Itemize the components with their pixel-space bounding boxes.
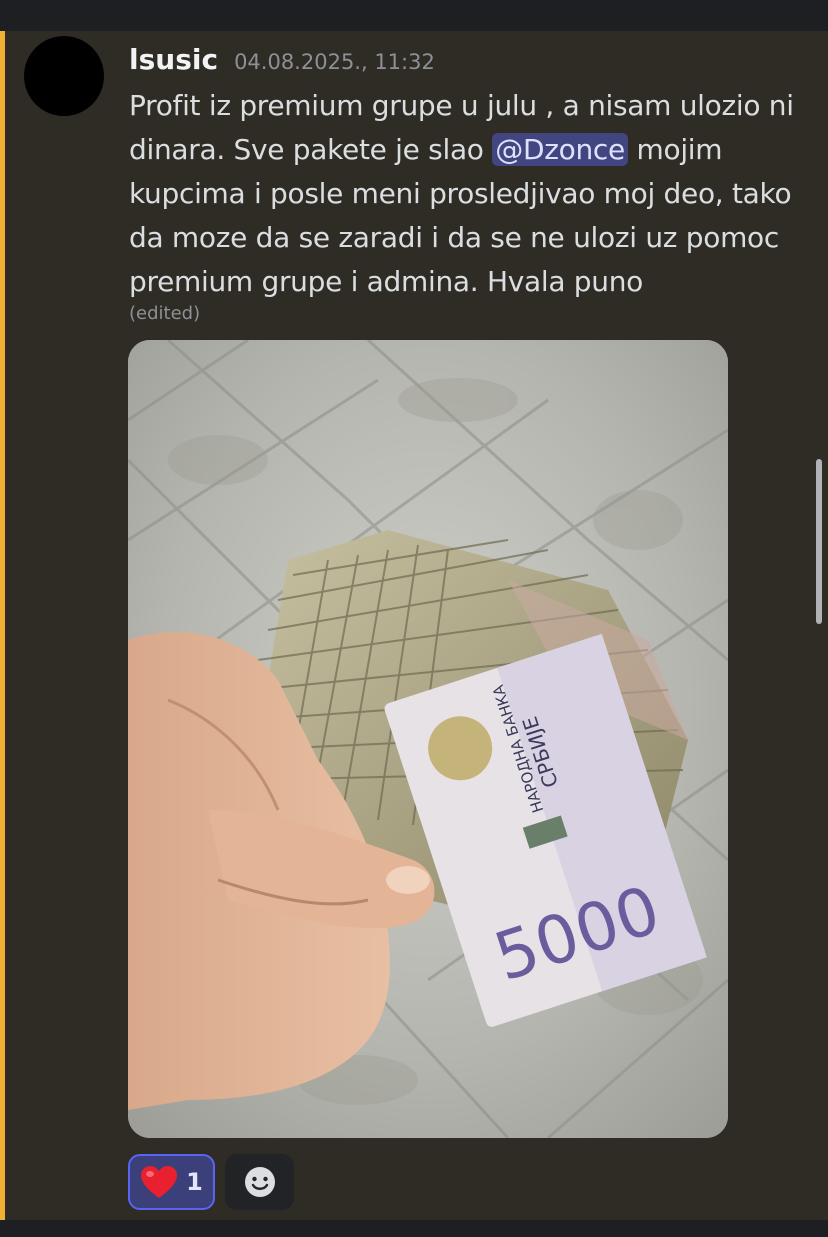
username[interactable]: lsusic	[129, 43, 218, 76]
reaction-heart[interactable]: 1	[128, 1154, 215, 1210]
photo-money-in-hand: НАРОДНА БАНКА СРБИЈЕ 5000	[128, 340, 728, 1138]
scrollbar-thumb[interactable]	[816, 459, 822, 624]
avatar[interactable]	[24, 36, 104, 116]
top-bar	[0, 0, 828, 31]
reactions-row: 1	[128, 1154, 294, 1210]
add-reaction-icon	[244, 1167, 275, 1197]
chat-message[interactable]: lsusic 04.08.2025., 11:32 Profit iz prem…	[0, 31, 828, 1220]
timestamp: 04.08.2025., 11:32	[234, 50, 435, 74]
message-header: lsusic 04.08.2025., 11:32	[129, 43, 435, 76]
user-mention[interactable]: @Dzonce	[492, 133, 628, 166]
heart-icon	[141, 1166, 178, 1198]
image-attachment[interactable]: НАРОДНА БАНКА СРБИЈЕ 5000	[128, 340, 728, 1138]
mention-highlight-bar	[0, 31, 5, 1220]
edited-label: (edited)	[129, 303, 201, 324]
add-reaction-button[interactable]	[225, 1154, 294, 1210]
reaction-count: 1	[186, 1168, 203, 1196]
message-content: Profit iz premium grupe u julu , a nisam…	[129, 84, 809, 304]
bottom-bar	[0, 1220, 828, 1237]
